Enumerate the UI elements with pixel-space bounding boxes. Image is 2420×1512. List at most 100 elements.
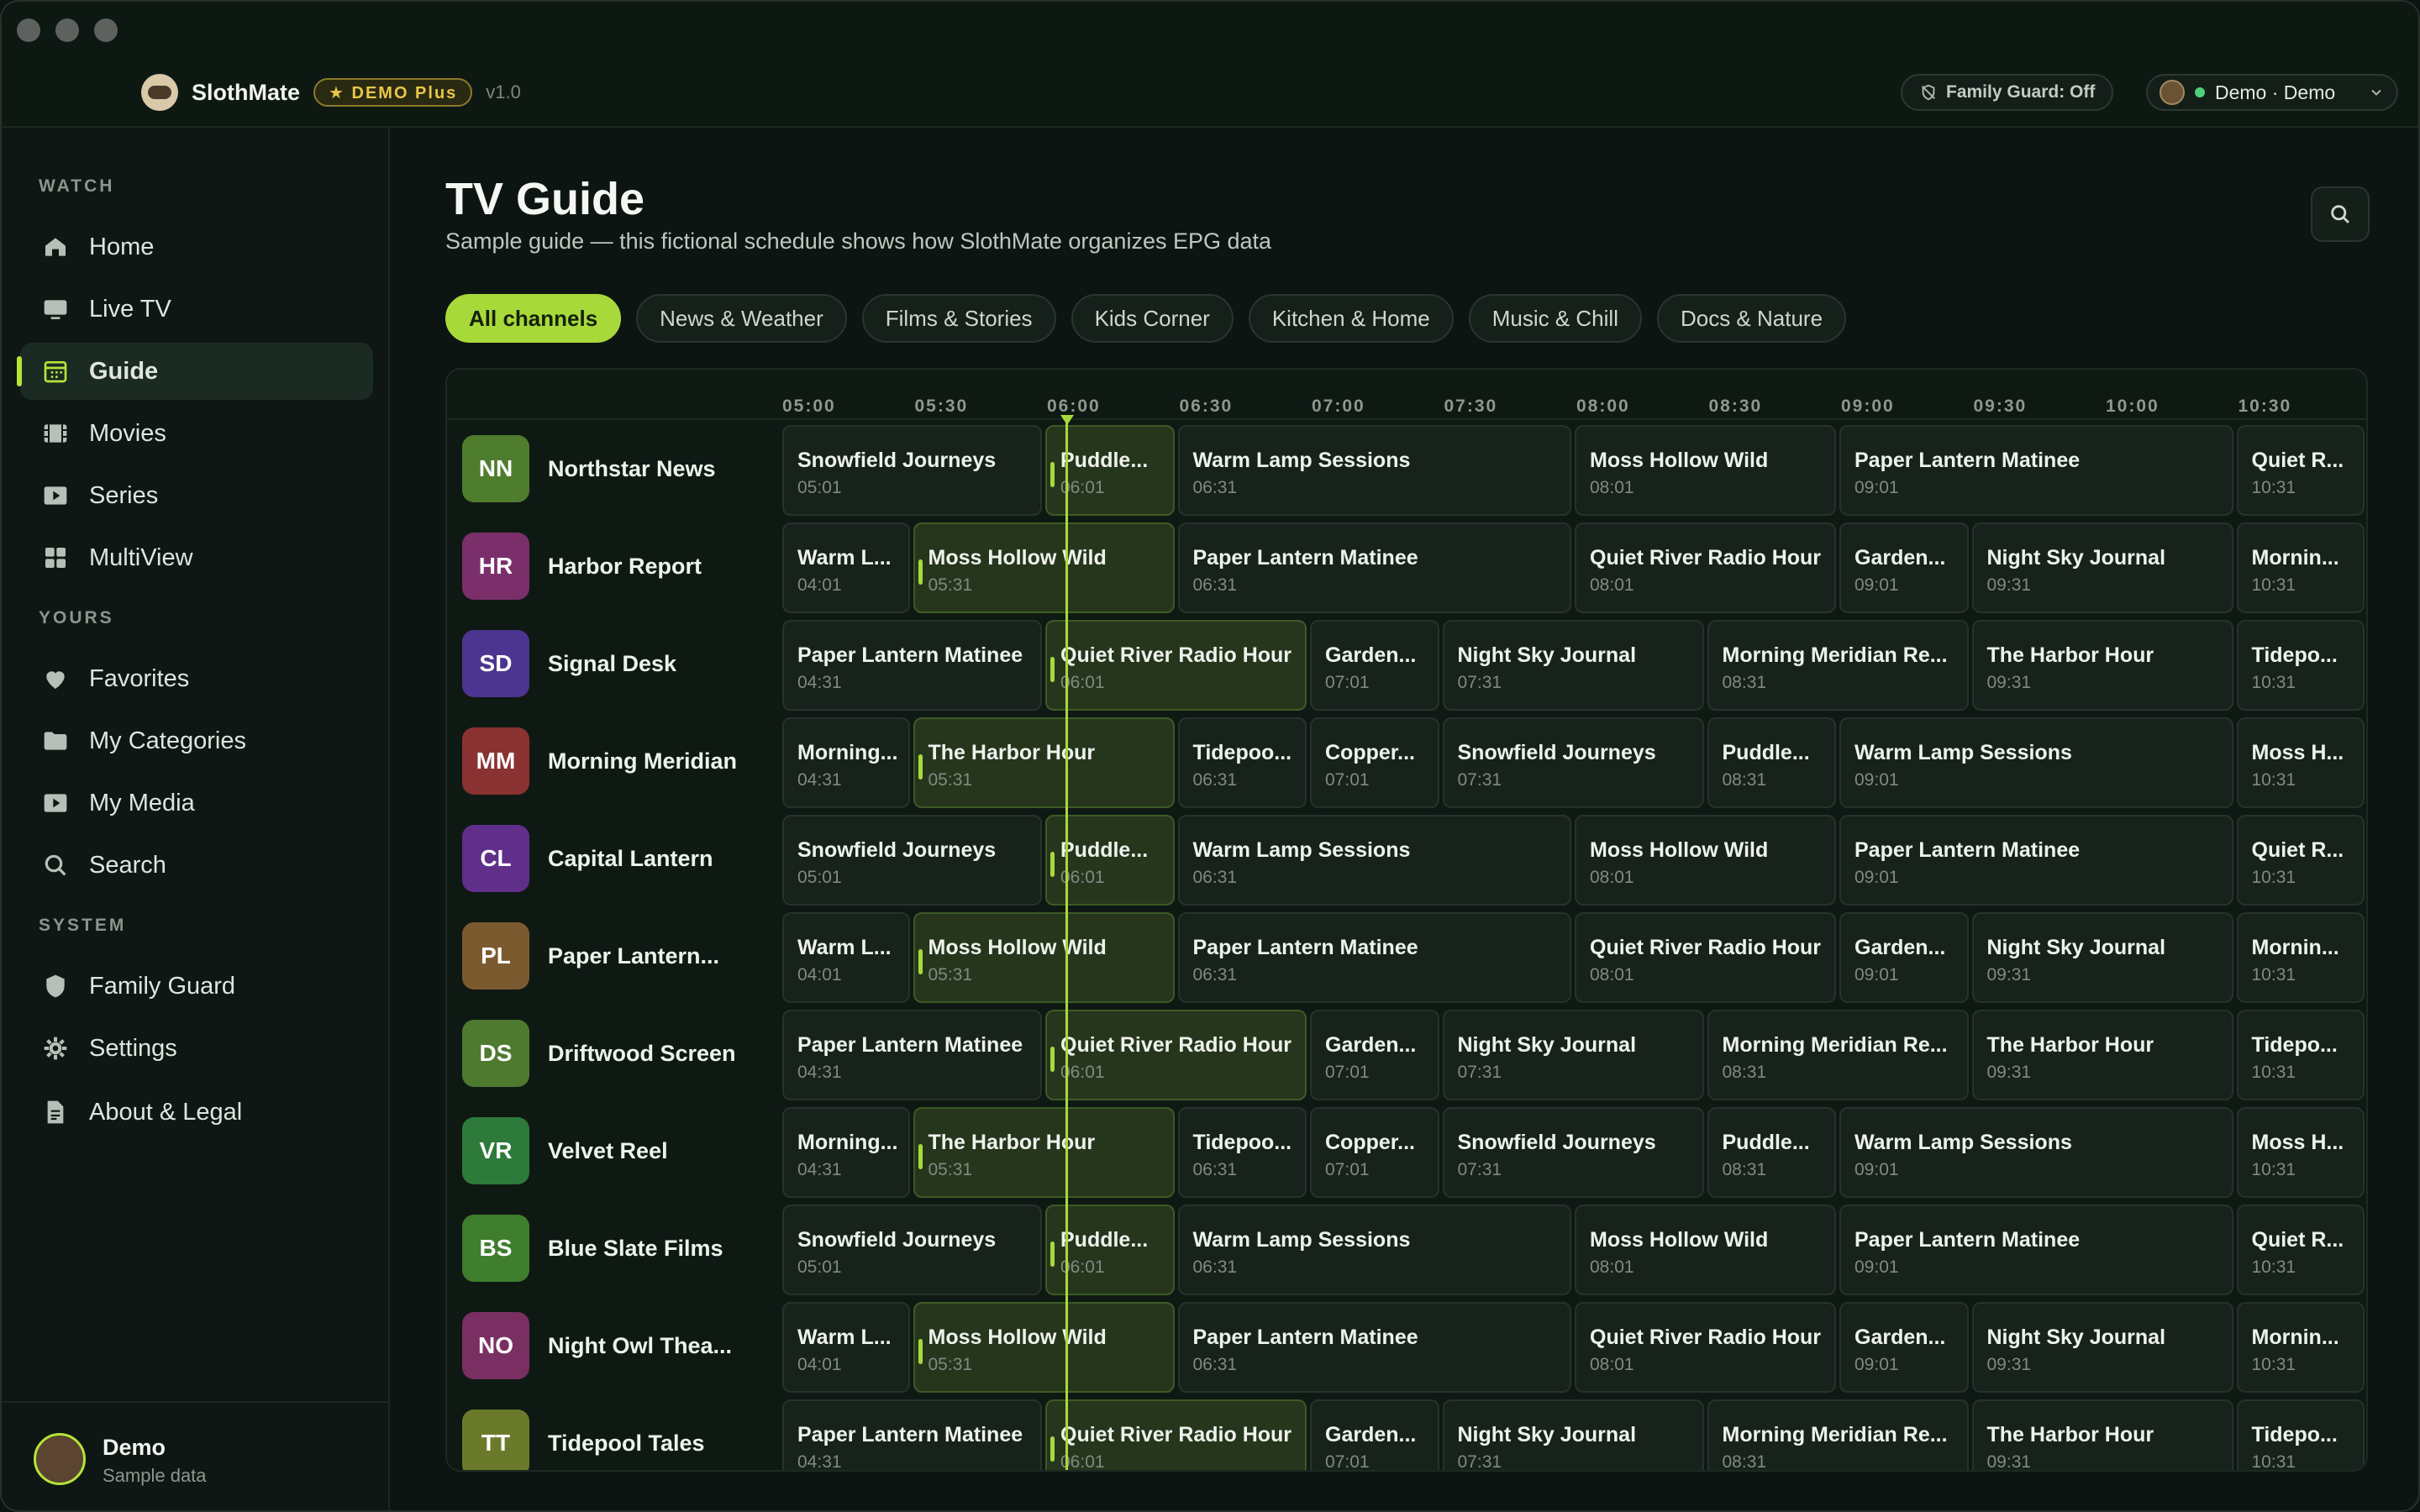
program-cell[interactable]: Warm Lamp Sessions 06:31 — [1177, 815, 1571, 906]
program-cell[interactable]: Mornin... 10:31 — [2236, 522, 2365, 613]
program-cell[interactable]: Night Sky Journal 09:31 — [1971, 912, 2233, 1003]
program-cell[interactable]: Quiet R... 10:31 — [2236, 815, 2365, 906]
sidebar-item-series[interactable]: Series — [20, 467, 373, 524]
program-cell[interactable]: Garden... 09:01 — [1839, 912, 1969, 1003]
program-cell-live[interactable]: The Harbor Hour 05:31 — [913, 1107, 1175, 1198]
program-cell[interactable]: The Harbor Hour 09:31 — [1971, 1399, 2233, 1470]
sidebar-item-settings[interactable]: Settings — [20, 1020, 373, 1077]
channel-header[interactable]: CL Capital Lantern — [462, 818, 773, 899]
program-cell[interactable]: Garden... 07:01 — [1310, 620, 1439, 711]
program-cell-live[interactable]: The Harbor Hour 05:31 — [913, 717, 1175, 808]
program-cell[interactable]: Quiet River Radio Hour 08:01 — [1575, 522, 1836, 613]
program-cell[interactable]: Morning Meridian Re... 08:31 — [1707, 1399, 1969, 1470]
channel-header[interactable]: DS Driftwood Screen — [462, 1013, 773, 1094]
program-cell[interactable]: Quiet River Radio Hour 08:01 — [1575, 912, 1836, 1003]
program-cell[interactable]: Tidepo... 10:31 — [2236, 1010, 2365, 1100]
program-cell-live[interactable]: Moss Hollow Wild 05:31 — [913, 912, 1175, 1003]
program-cell[interactable]: Snowfield Journeys 07:31 — [1442, 717, 1704, 808]
program-cell[interactable]: Moss H... 10:31 — [2236, 717, 2365, 808]
channel-header[interactable]: HR Harbor Report — [462, 526, 773, 606]
sidebar-item-home[interactable]: Home — [20, 218, 373, 276]
program-cell[interactable]: Quiet R... 10:31 — [2236, 1205, 2365, 1295]
program-cell[interactable]: Paper Lantern Matinee 06:31 — [1177, 912, 1571, 1003]
program-cell[interactable]: Morning... 04:31 — [782, 1107, 910, 1198]
program-cell[interactable]: Paper Lantern Matinee 04:31 — [782, 620, 1042, 711]
program-cell-live[interactable]: Quiet River Radio Hour 06:01 — [1045, 1010, 1307, 1100]
chip-kids-corner[interactable]: Kids Corner — [1071, 294, 1234, 343]
program-cell[interactable]: Morning Meridian Re... 08:31 — [1707, 1010, 1969, 1100]
program-cell[interactable]: Mornin... 10:31 — [2236, 1302, 2365, 1393]
chip-all-channels[interactable]: All channels — [445, 294, 622, 343]
program-cell[interactable]: Morning Meridian Re... 08:31 — [1707, 620, 1969, 711]
program-cell[interactable]: Puddle... 08:31 — [1707, 1107, 1836, 1198]
program-cell[interactable]: Paper Lantern Matinee 09:01 — [1839, 425, 2233, 516]
chip-music-chill[interactable]: Music & Chill — [1468, 294, 1642, 343]
program-cell[interactable]: Night Sky Journal 07:31 — [1442, 1399, 1704, 1470]
program-cell[interactable]: Snowfield Journeys 05:01 — [782, 815, 1042, 906]
program-cell[interactable]: Warm Lamp Sessions 09:01 — [1839, 1107, 2233, 1198]
program-cell[interactable]: Moss H... 10:31 — [2236, 1107, 2365, 1198]
sidebar-item-my-media[interactable]: My Media — [20, 774, 373, 832]
channel-header[interactable]: BS Blue Slate Films — [462, 1208, 773, 1289]
sidebar-profile[interactable]: Demo Sample data — [2, 1401, 388, 1510]
program-cell[interactable]: Warm Lamp Sessions 09:01 — [1839, 717, 2233, 808]
program-cell[interactable]: Warm L... 04:01 — [782, 522, 910, 613]
program-cell[interactable]: Copper... 07:01 — [1310, 717, 1439, 808]
program-cell[interactable]: Tidepo... 10:31 — [2236, 620, 2365, 711]
channel-header[interactable]: NN Northstar News — [462, 428, 773, 509]
zoom-window-button[interactable] — [94, 18, 118, 42]
channel-header[interactable]: PL Paper Lantern... — [462, 916, 773, 996]
program-cell[interactable]: Paper Lantern Matinee 06:31 — [1177, 522, 1571, 613]
channel-header[interactable]: SD Signal Desk — [462, 623, 773, 704]
program-cell[interactable]: The Harbor Hour 09:31 — [1971, 620, 2233, 711]
program-cell[interactable]: Night Sky Journal 07:31 — [1442, 620, 1704, 711]
program-cell[interactable]: Quiet R... 10:31 — [2236, 425, 2365, 516]
program-cell[interactable]: Tidepo... 10:31 — [2236, 1399, 2365, 1470]
channel-header[interactable]: VR Velvet Reel — [462, 1110, 773, 1191]
program-cell[interactable]: Night Sky Journal 07:31 — [1442, 1010, 1704, 1100]
program-cell[interactable]: Garden... 07:01 — [1310, 1010, 1439, 1100]
sidebar-item-family-guard[interactable]: Family Guard — [20, 958, 373, 1015]
channel-header[interactable]: MM Morning Meridian — [462, 721, 773, 801]
program-cell[interactable]: Moss Hollow Wild 08:01 — [1575, 1205, 1836, 1295]
chip-kitchen-home[interactable]: Kitchen & Home — [1248, 294, 1454, 343]
program-cell[interactable]: Paper Lantern Matinee 06:31 — [1177, 1302, 1571, 1393]
sidebar-item-favorites[interactable]: Favorites — [20, 650, 373, 707]
program-cell-live[interactable]: Moss Hollow Wild 05:31 — [913, 522, 1175, 613]
family-guard-status-button[interactable]: Family Guard: Off — [1901, 74, 2114, 111]
program-cell[interactable]: Paper Lantern Matinee 09:01 — [1839, 1205, 2233, 1295]
program-cell[interactable]: Warm L... 04:01 — [782, 912, 910, 1003]
guide-search-button[interactable] — [2311, 186, 2370, 242]
sidebar-item-live-tv[interactable]: Live TV — [20, 281, 373, 338]
program-cell[interactable]: Puddle... 08:31 — [1707, 717, 1836, 808]
channel-header[interactable]: TT Tidepool Tales — [462, 1403, 773, 1470]
user-menu-button[interactable]: Demo · Demo — [2146, 74, 2398, 111]
program-cell[interactable]: Morning... 04:31 — [782, 717, 910, 808]
chip-films-stories[interactable]: Films & Stories — [861, 294, 1056, 343]
program-cell[interactable]: Garden... 09:01 — [1839, 522, 1969, 613]
program-cell[interactable]: Copper... 07:01 — [1310, 1107, 1439, 1198]
program-cell-live[interactable]: Moss Hollow Wild 05:31 — [913, 1302, 1175, 1393]
program-cell[interactable]: Moss Hollow Wild 08:01 — [1575, 815, 1836, 906]
program-cell[interactable]: Snowfield Journeys 05:01 — [782, 1205, 1042, 1295]
program-cell[interactable]: Moss Hollow Wild 08:01 — [1575, 425, 1836, 516]
program-cell[interactable]: Paper Lantern Matinee 04:31 — [782, 1399, 1042, 1470]
sidebar-item-search[interactable]: Search — [20, 837, 373, 894]
program-cell[interactable]: Paper Lantern Matinee 04:31 — [782, 1010, 1042, 1100]
program-cell[interactable]: Garden... 09:01 — [1839, 1302, 1969, 1393]
program-cell[interactable]: Mornin... 10:31 — [2236, 912, 2365, 1003]
program-cell[interactable]: Night Sky Journal 09:31 — [1971, 522, 2233, 613]
program-cell-live[interactable]: Quiet River Radio Hour 06:01 — [1045, 1399, 1307, 1470]
chip-docs-nature[interactable]: Docs & Nature — [1656, 294, 1847, 343]
program-cell[interactable]: Tidepoo... 06:31 — [1177, 1107, 1307, 1198]
program-cell[interactable]: Warm Lamp Sessions 06:31 — [1177, 1205, 1571, 1295]
minimize-window-button[interactable] — [55, 18, 79, 42]
sidebar-item-about-legal[interactable]: About & Legal — [20, 1084, 373, 1141]
program-cell[interactable]: The Harbor Hour 09:31 — [1971, 1010, 2233, 1100]
sidebar-item-movies[interactable]: Movies — [20, 405, 373, 462]
sidebar-item-guide[interactable]: Guide — [17, 343, 373, 400]
program-cell[interactable]: Snowfield Journeys 07:31 — [1442, 1107, 1704, 1198]
program-cell[interactable]: Warm L... 04:01 — [782, 1302, 910, 1393]
program-cell[interactable]: Warm Lamp Sessions 06:31 — [1177, 425, 1571, 516]
chip-news-weather[interactable]: News & Weather — [636, 294, 847, 343]
